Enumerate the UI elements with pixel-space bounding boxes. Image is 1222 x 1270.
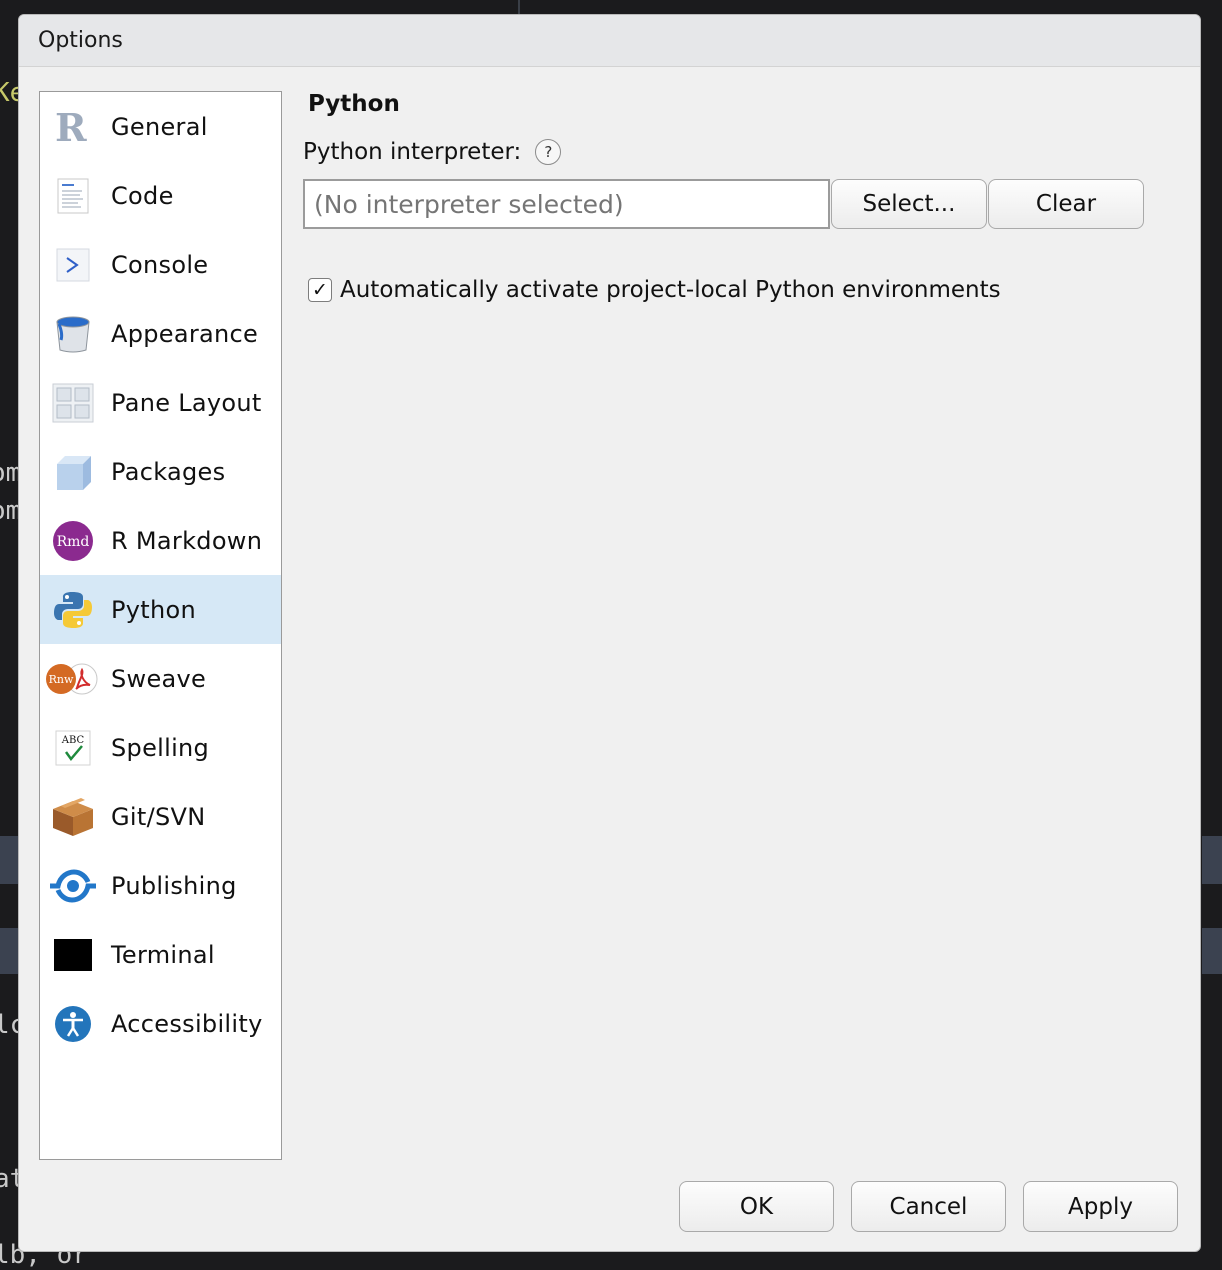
sidebar-item-packages[interactable]: Packages	[40, 437, 281, 506]
sidebar-item-python[interactable]: Python	[40, 575, 281, 644]
auto-activate-label[interactable]: Automatically activate project-local Pyt…	[340, 277, 1001, 303]
sidebar-item-label: Console	[111, 250, 209, 279]
terminal-icon	[51, 933, 95, 977]
section-title: Python	[308, 91, 400, 117]
sidebar-item-label: Accessibility	[111, 1009, 263, 1038]
git-box-icon	[51, 795, 95, 839]
auto-activate-checkbox[interactable]: ✓	[308, 278, 332, 302]
sidebar-item-label: Pane Layout	[111, 388, 262, 417]
interpreter-label: Python interpreter:	[303, 139, 522, 165]
sidebar-item-label: Sweave	[111, 664, 207, 693]
spelling-check-icon: ABC	[51, 726, 95, 770]
package-cube-icon	[51, 450, 95, 494]
rmd-icon: Rmd	[51, 519, 95, 563]
select-interpreter-button[interactable]: Select...	[831, 179, 987, 229]
sidebar-item-label: Spelling	[111, 733, 210, 762]
clear-interpreter-button[interactable]: Clear	[988, 179, 1144, 229]
sidebar-item-git-svn[interactable]: Git/SVN	[40, 782, 281, 851]
ok-button[interactable]: OK	[679, 1181, 834, 1232]
publishing-icon	[48, 864, 98, 908]
sidebar-item-label: General	[111, 112, 208, 141]
background-band	[0, 928, 20, 974]
dialog-title: Options	[38, 28, 123, 53]
code-document-icon	[51, 174, 95, 218]
sidebar-item-pane-layout[interactable]: Pane Layout	[40, 368, 281, 437]
interpreter-input[interactable]	[303, 179, 830, 229]
console-prompt-icon	[51, 243, 95, 287]
background-band	[0, 836, 20, 884]
svg-text:Rnw: Rnw	[49, 673, 74, 686]
paint-bucket-icon	[51, 312, 95, 356]
sidebar-item-label: Code	[111, 181, 174, 210]
sweave-icon: Rnw	[46, 657, 100, 701]
options-sidebar: R General Code Console Appearance Pane L…	[39, 91, 282, 1160]
interpreter-label-row: Python interpreter: ?	[303, 139, 562, 165]
background-band	[1202, 928, 1222, 974]
cancel-button[interactable]: Cancel	[851, 1181, 1006, 1232]
svg-text:R: R	[55, 107, 87, 147]
sidebar-item-label: R Markdown	[111, 526, 263, 555]
svg-text:ABC: ABC	[61, 735, 85, 746]
sidebar-item-label: Git/SVN	[111, 802, 206, 831]
sidebar-item-label: Appearance	[111, 319, 259, 348]
sidebar-item-general[interactable]: R General	[40, 92, 281, 161]
sidebar-item-r-markdown[interactable]: Rmd R Markdown	[40, 506, 281, 575]
help-icon[interactable]: ?	[535, 139, 562, 165]
dialog-titlebar[interactable]: Options	[19, 15, 1200, 67]
apply-button[interactable]: Apply	[1023, 1181, 1178, 1232]
sidebar-item-publishing[interactable]: Publishing	[40, 851, 281, 920]
sidebar-item-label: Python	[111, 595, 196, 624]
svg-text:Rmd: Rmd	[57, 534, 90, 550]
options-dialog: Options R General Code Console Appearanc…	[18, 14, 1201, 1252]
python-icon	[51, 588, 95, 632]
sidebar-item-accessibility[interactable]: Accessibility	[40, 989, 281, 1058]
sidebar-item-spelling[interactable]: ABC Spelling	[40, 713, 281, 782]
sidebar-item-label: Publishing	[111, 871, 237, 900]
background-band	[1202, 836, 1222, 884]
sidebar-item-label: Packages	[111, 457, 226, 486]
accessibility-icon	[51, 1002, 95, 1046]
r-logo-icon: R	[51, 105, 95, 149]
pane-grid-icon	[51, 381, 95, 425]
sidebar-item-appearance[interactable]: Appearance	[40, 299, 281, 368]
sidebar-item-sweave[interactable]: Rnw Sweave	[40, 644, 281, 713]
sidebar-item-console[interactable]: Console	[40, 230, 281, 299]
sidebar-item-terminal[interactable]: Terminal	[40, 920, 281, 989]
auto-activate-row: ✓ Automatically activate project-local P…	[308, 277, 1001, 303]
sidebar-item-code[interactable]: Code	[40, 161, 281, 230]
sidebar-item-label: Terminal	[111, 940, 215, 969]
